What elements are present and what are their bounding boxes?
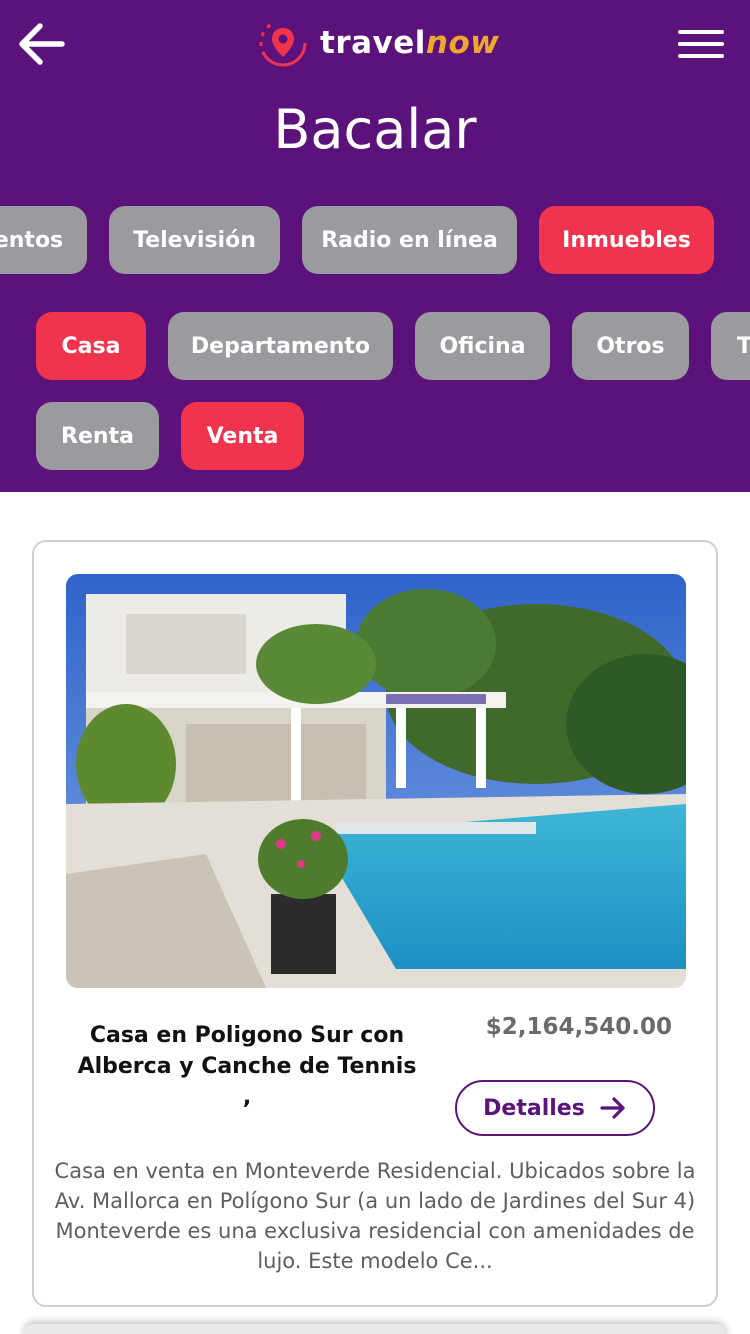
category-chip-inmuebles[interactable]: Inmuebles bbox=[539, 206, 714, 274]
menu-button[interactable] bbox=[676, 26, 726, 62]
listing-title-line: , bbox=[242, 1085, 252, 1110]
brand-name-part2: now bbox=[425, 25, 500, 61]
hamburger-menu-icon bbox=[678, 30, 724, 34]
brand-name-part1: travel bbox=[320, 25, 426, 61]
details-button-label: Detalles bbox=[483, 1095, 585, 1121]
category-chip[interactable]: entos bbox=[0, 206, 87, 274]
listing-card[interactable]: Casa en Poligono Sur con Alberca y Canch… bbox=[32, 540, 718, 1307]
listing-title-line: Casa en Poligono Sur con bbox=[89, 1023, 405, 1048]
filter-chip-oficina[interactable]: Oficina bbox=[415, 312, 550, 380]
hamburger-menu-icon-bar bbox=[678, 42, 724, 46]
details-button[interactable]: Detalles bbox=[455, 1080, 655, 1136]
category-tabs: entos Televisión Radio en línea Inmueble… bbox=[0, 206, 750, 274]
back-button[interactable] bbox=[16, 20, 68, 68]
brand-logo[interactable]: travelnow bbox=[256, 16, 499, 70]
listing-title[interactable]: Casa en Poligono Sur con Alberca y Canch… bbox=[72, 1020, 422, 1113]
category-chip-television[interactable]: Televisión bbox=[109, 206, 280, 274]
arrow-left-icon bbox=[19, 23, 65, 65]
category-chip-radio[interactable]: Radio en línea bbox=[302, 206, 517, 274]
location-pin-icon bbox=[259, 19, 307, 67]
listing-title-line: Alberca y Canche de Tennis bbox=[77, 1054, 417, 1079]
listing-price: $2,164,540.00 bbox=[485, 1014, 672, 1040]
filter-chip-departamento[interactable]: Departamento bbox=[168, 312, 393, 380]
filter-chip-otros[interactable]: Otros bbox=[572, 312, 689, 380]
filter-chip-partial[interactable]: T bbox=[711, 312, 750, 380]
page-title: Bacalar bbox=[273, 98, 477, 161]
filter-chip-renta[interactable]: Renta bbox=[36, 402, 159, 470]
operation-type-filters: Renta Venta bbox=[0, 402, 750, 470]
next-listing-card-edge bbox=[24, 1324, 726, 1334]
hamburger-menu-icon-bar bbox=[678, 54, 724, 58]
filter-chip-casa[interactable]: Casa bbox=[36, 312, 146, 380]
listing-photo[interactable] bbox=[66, 574, 686, 988]
house-pool-image bbox=[66, 574, 686, 988]
app-header: travelnow Bacalar entos Televisión Radio… bbox=[0, 0, 750, 492]
property-type-filters: Casa Departamento Oficina Otros T bbox=[0, 312, 750, 380]
arrow-right-icon bbox=[600, 1097, 625, 1119]
listing-description: Casa en venta en Monteverde Residencial.… bbox=[54, 1159, 696, 1273]
filter-chip-venta[interactable]: Venta bbox=[181, 402, 304, 470]
brand-name: travelnow bbox=[320, 25, 499, 61]
